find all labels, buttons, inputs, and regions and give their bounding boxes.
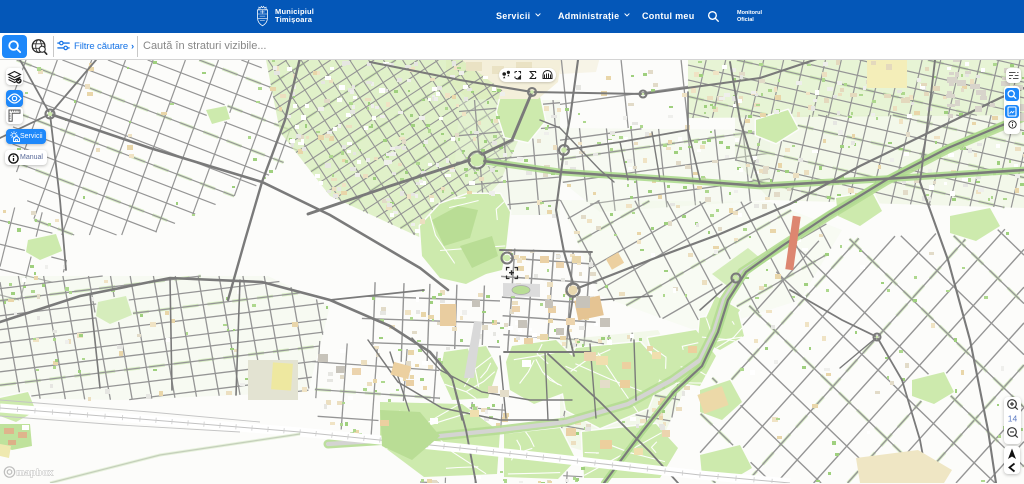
- svg-text:14: 14: [1008, 414, 1018, 424]
- svg-text:mapbox: mapbox: [17, 468, 54, 478]
